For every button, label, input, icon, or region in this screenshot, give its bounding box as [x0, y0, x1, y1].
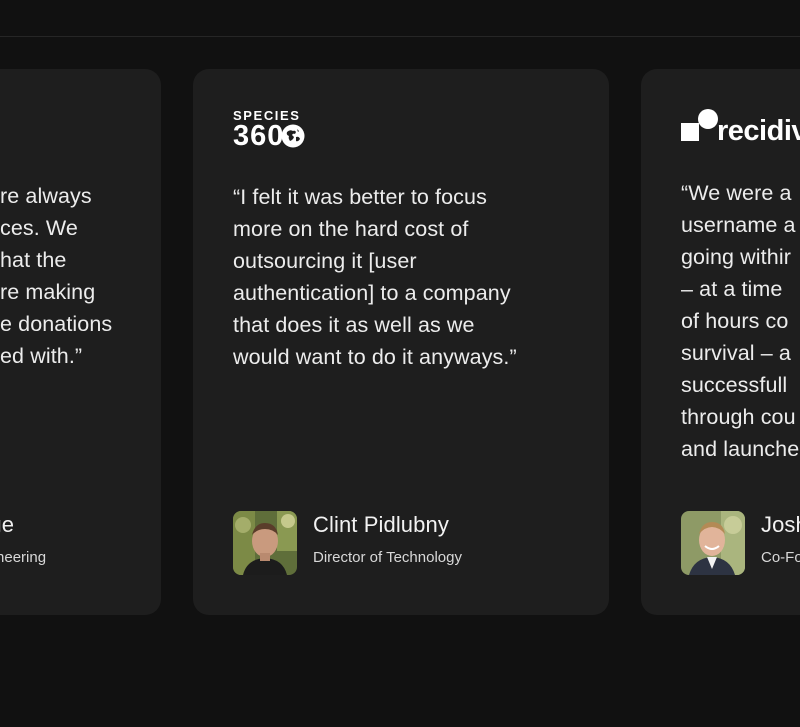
author-name: Josh	[761, 512, 800, 537]
globe-icon	[281, 124, 305, 148]
recidiviz-mark-icon	[681, 109, 718, 141]
testimonial-quote: “We were a username a going withir – at …	[681, 181, 800, 461]
logo-word: recidiv	[717, 115, 800, 147]
avatar	[681, 511, 745, 575]
testimonial-card: SPECIES 360 “I felt it was better to foc…	[193, 69, 609, 615]
testimonial-quote: “I felt it was better to focus more on t…	[233, 185, 517, 369]
top-divider	[0, 36, 800, 37]
recidiviz-logo: recidiv	[681, 107, 800, 147]
author-title: Director of Technology	[313, 549, 462, 566]
testimonials-section: re always ces. We hat the re making e do…	[0, 0, 800, 727]
author-name: rge	[0, 512, 15, 537]
testimonial-card: re always ces. We hat the re making e do…	[0, 69, 161, 615]
avatar	[233, 511, 297, 575]
logo-number: 360	[233, 120, 285, 152]
author-title: Co-Fo	[761, 549, 800, 566]
author-title: Engineering	[0, 549, 47, 566]
testimonial-card: recidiv “We were a username a going with…	[641, 69, 800, 615]
testimonial-quote: re always ces. We hat the re making e do…	[0, 184, 113, 368]
species-360-logo: SPECIES 360	[233, 109, 313, 151]
author-name: Clint Pidlubny	[313, 512, 449, 537]
